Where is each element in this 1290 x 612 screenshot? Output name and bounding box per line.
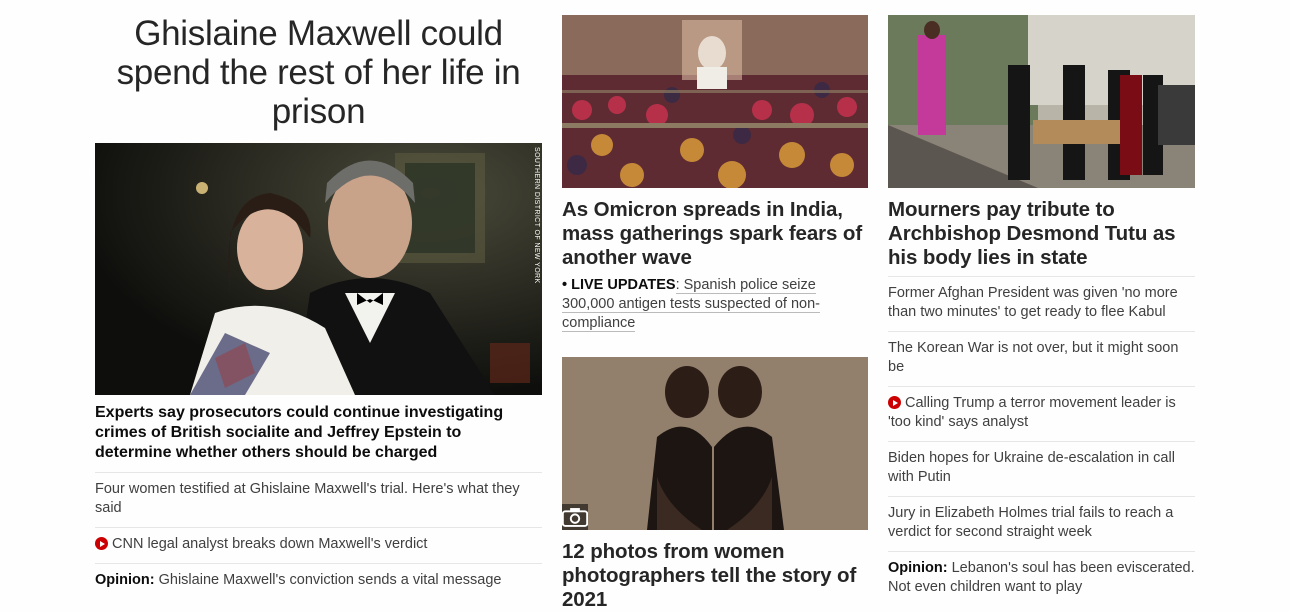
- main-story-column: Ghislaine Maxwell could spend the rest o…: [95, 0, 542, 599]
- photo-credit: SOUTHERN DISTRICT OF NEW YORK: [533, 147, 540, 284]
- maxwell-epstein-photo[interactable]: SOUTHERN DISTRICT OF NEW YORK: [95, 143, 542, 395]
- main-lead-text[interactable]: Experts say prosecutors could continue i…: [95, 403, 542, 463]
- list-item-text: Calling Trump a terror movement leader i…: [888, 395, 1176, 430]
- related-item[interactable]: Opinion: Ghislaine Maxwell's conviction …: [95, 563, 542, 599]
- related-item-text: CNN legal analyst breaks down Maxwell's …: [112, 536, 428, 552]
- main-headline[interactable]: Ghislaine Maxwell could spend the rest o…: [95, 14, 542, 131]
- play-video-icon: [888, 396, 901, 409]
- live-updates-link[interactable]: • LIVE UPDATES: Spanish police seize 300…: [562, 276, 868, 333]
- list-item-text: Biden hopes for Ukraine de-escalation in…: [888, 450, 1175, 485]
- list-item[interactable]: Biden hopes for Ukraine de-escalation in…: [888, 441, 1195, 496]
- tutu-mourners-photo[interactable]: [888, 15, 1195, 188]
- opinion-label: Opinion:: [95, 572, 155, 588]
- right-column: Mourners pay tribute to Archbishop Desmo…: [888, 0, 1195, 606]
- photo-illustration: [562, 15, 868, 188]
- related-item-text: Ghislaine Maxwell's conviction sends a v…: [154, 572, 502, 588]
- list-item[interactable]: The Korean War is not over, but it might…: [888, 331, 1195, 386]
- live-updates-tag: • LIVE UPDATES: [562, 277, 676, 293]
- related-item-text: Four women testified at Ghislaine Maxwel…: [95, 481, 520, 516]
- photo-illustration: [562, 357, 868, 530]
- play-video-icon: [95, 537, 108, 550]
- related-item[interactable]: Four women testified at Ghislaine Maxwel…: [95, 472, 542, 527]
- list-item[interactable]: Opinion: Lebanon's soul has been eviscer…: [888, 551, 1195, 606]
- tutu-headline[interactable]: Mourners pay tribute to Archbishop Desmo…: [888, 198, 1195, 270]
- headlines-list: Former Afghan President was given 'no mo…: [888, 276, 1195, 606]
- list-item-text: Jury in Elizabeth Holmes trial fails to …: [888, 505, 1174, 540]
- gallery-camera-icon: [562, 504, 588, 530]
- list-item-text: The Korean War is not over, but it might…: [888, 340, 1179, 375]
- list-item[interactable]: Jury in Elizabeth Holmes trial fails to …: [888, 496, 1195, 551]
- opinion-label: Opinion:: [888, 560, 948, 576]
- related-item[interactable]: CNN legal analyst breaks down Maxwell's …: [95, 527, 542, 563]
- photo-illustration: [888, 15, 1195, 188]
- related-list: Four women testified at Ghislaine Maxwel…: [95, 472, 542, 599]
- omicron-headline[interactable]: As Omicron spreads in India, mass gather…: [562, 198, 868, 270]
- photo-illustration: [95, 143, 542, 395]
- women-photographers-photo[interactable]: [562, 357, 868, 530]
- middle-column: As Omicron spreads in India, mass gather…: [562, 0, 868, 612]
- list-item[interactable]: Calling Trump a terror movement leader i…: [888, 386, 1195, 441]
- list-item[interactable]: Former Afghan President was given 'no mo…: [888, 276, 1195, 331]
- india-gathering-photo[interactable]: [562, 15, 868, 188]
- photos-headline[interactable]: 12 photos from women photographers tell …: [562, 540, 868, 612]
- list-item-text: Former Afghan President was given 'no mo…: [888, 285, 1178, 320]
- camera-icon: [562, 508, 588, 527]
